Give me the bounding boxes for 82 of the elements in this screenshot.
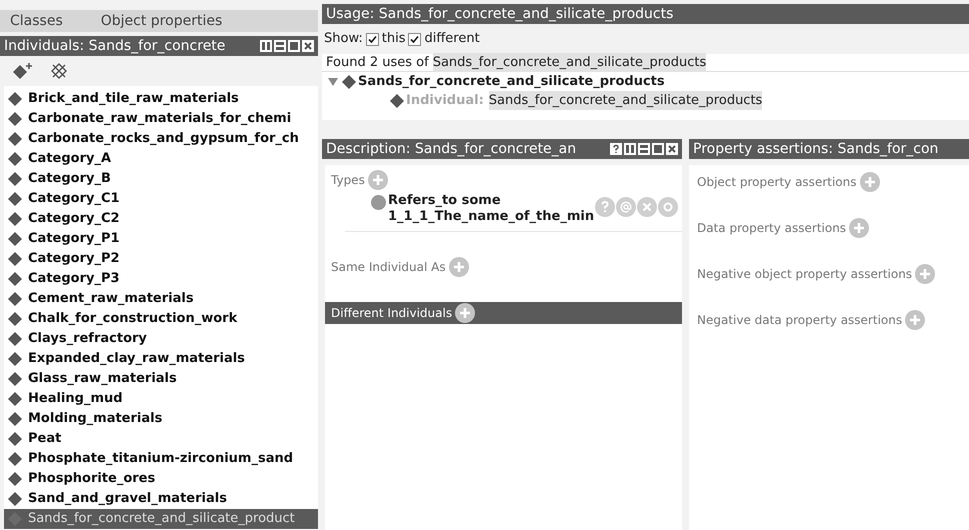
option-label: this — [382, 30, 406, 48]
option-label: different — [424, 30, 480, 48]
individual-item[interactable]: Carbonate_rocks_and_gypsum_for_ch — [4, 129, 318, 149]
tree-node-label[interactable]: Sands_for_concrete_and_silicate_products — [488, 90, 762, 110]
close-icon[interactable] — [666, 143, 678, 155]
individual-item[interactable]: Category_P2 — [4, 249, 318, 269]
individual-item[interactable]: Category_C1 — [4, 189, 318, 209]
type-expression[interactable]: Refers_to some 1_1_1_The_name_of_the_min — [388, 193, 595, 225]
tree-node-label[interactable]: Sands_for_concrete_and_silicate_products — [358, 72, 665, 92]
diamond-icon — [8, 292, 22, 306]
individual-item[interactable]: Category_P1 — [4, 229, 318, 249]
diamond-icon — [8, 312, 22, 326]
split-horizontal-icon[interactable] — [274, 40, 286, 52]
expand-triangle-icon[interactable] — [328, 76, 338, 86]
checkbox[interactable] — [408, 32, 422, 46]
diamond-icon — [8, 172, 22, 186]
checkbox[interactable] — [366, 32, 379, 46]
panel-title: Property assertions: Sands_for_con — [693, 140, 938, 158]
diamond-icon — [8, 152, 22, 166]
diamond-icon — [8, 252, 22, 266]
diamond-icon — [8, 212, 22, 226]
split-vertical-icon[interactable] — [624, 143, 636, 155]
maximize-icon[interactable] — [288, 40, 300, 52]
diamond-icon — [342, 74, 356, 88]
individual-item[interactable]: Sand_and_gravel_materials — [4, 489, 318, 509]
individual-item[interactable]: Sands_for_concrete_and_silicate_product — [4, 509, 318, 529]
panel-title: Description: Sands_for_concrete_an — [326, 140, 576, 158]
diamond-icon — [8, 132, 22, 146]
diamond-icon — [8, 192, 22, 206]
diamond-icon — [8, 352, 22, 366]
diamond-icon — [8, 452, 22, 466]
add-individual-icon[interactable] — [12, 62, 34, 80]
panel-title: Individuals: Sands_for_concrete — [4, 36, 226, 56]
individual-item[interactable]: Category_C2 — [4, 209, 318, 229]
individual-item[interactable]: Brick_and_tile_raw_materials — [4, 89, 318, 109]
split-vertical-icon[interactable] — [260, 40, 272, 52]
individual-item[interactable]: Carbonate_raw_materials_for_chemi — [4, 109, 318, 129]
section-title: Same Individual As — [331, 259, 446, 276]
diamond-icon — [8, 372, 22, 386]
section-title: Different Individuals — [331, 305, 452, 322]
diamond-icon — [8, 232, 22, 246]
panel-title: Usage: Sands_for_concrete_and_silicate_products — [326, 4, 674, 24]
help-icon[interactable] — [610, 143, 622, 155]
individual-item[interactable]: Phosphate_titanium-zirconium_sand — [4, 449, 318, 469]
individual-item[interactable]: Molding_materials — [4, 409, 318, 429]
maximize-icon[interactable] — [652, 143, 664, 155]
diamond-icon — [8, 432, 22, 446]
section-title: Negative data property assertions — [697, 312, 902, 329]
section-title: Types — [331, 172, 365, 189]
individual-item[interactable]: Cement_raw_materials — [4, 289, 318, 309]
individual-item[interactable]: Chalk_for_construction_work — [4, 309, 318, 329]
split-horizontal-icon[interactable] — [638, 143, 650, 155]
individual-item[interactable]: Glass_raw_materials — [4, 369, 318, 389]
diamond-icon — [8, 492, 22, 506]
add-icon[interactable] — [455, 303, 476, 323]
tab[interactable]: Classes — [10, 10, 63, 32]
usage-kind-label: Individual: — [406, 92, 484, 110]
individual-item[interactable]: Clays_refractory — [4, 329, 318, 349]
individual-item[interactable]: Healing_mud — [4, 389, 318, 409]
diamond-icon — [8, 92, 22, 106]
tab[interactable]: Object properties — [100, 10, 222, 32]
diamond-icon — [8, 392, 22, 406]
found-name: Sands_for_concrete_and_silicate_products — [432, 52, 706, 72]
diamond-icon — [8, 272, 22, 286]
found-label: Found 2 uses of — [326, 54, 429, 72]
diamond-icon — [8, 332, 22, 346]
show-label: Show: — [324, 30, 363, 48]
individual-item[interactable]: Phosphorite_ores — [4, 469, 318, 489]
diamond-icon — [8, 112, 22, 126]
diamond-icon — [8, 472, 22, 486]
delete-individual-icon[interactable] — [50, 62, 68, 80]
individual-item[interactable]: Category_A — [4, 149, 318, 169]
section-title: Object property assertions — [697, 174, 856, 191]
diamond-icon — [8, 412, 22, 426]
diamond-icon — [390, 94, 404, 108]
individual-item[interactable]: Peat — [4, 429, 318, 449]
section-title: Data property assertions — [697, 220, 846, 237]
close-icon[interactable] — [302, 40, 314, 52]
individual-item[interactable]: Category_P3 — [4, 269, 318, 289]
section-title: Negative object property assertions — [697, 266, 912, 283]
individual-item[interactable]: Category_B — [4, 169, 318, 189]
individual-item[interactable]: Expanded_clay_raw_materials — [4, 349, 318, 369]
